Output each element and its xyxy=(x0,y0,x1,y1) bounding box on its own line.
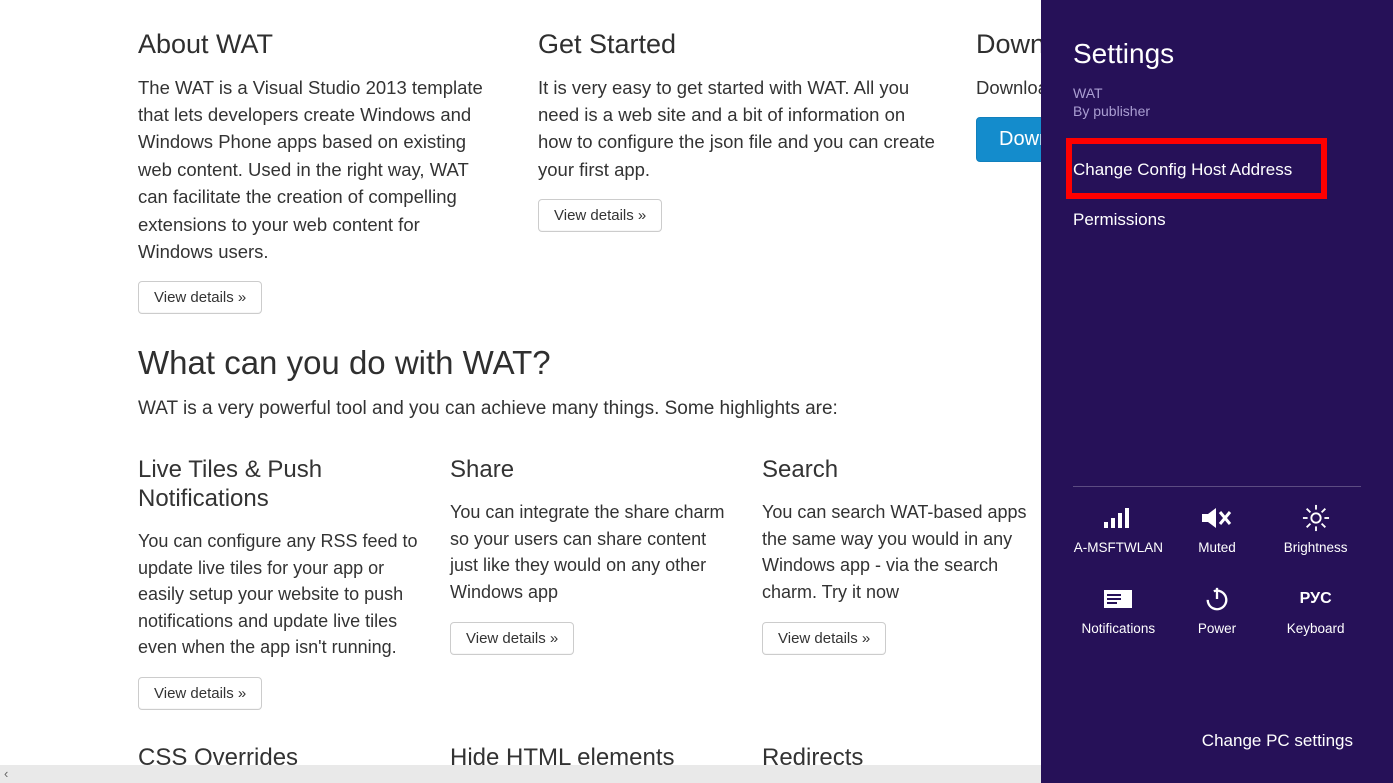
feature-livetiles-body: You can configure any RSS feed to update… xyxy=(138,528,420,661)
quick-power[interactable]: Power xyxy=(1168,581,1267,636)
brightness-icon xyxy=(1295,500,1337,536)
horizontal-scrollbar[interactable]: ‹ xyxy=(0,765,1041,783)
quick-notifications[interactable]: Notifications xyxy=(1069,581,1168,636)
settings-byline: By publisher xyxy=(1073,102,1361,120)
getstarted-title: Get Started xyxy=(538,30,936,60)
scroll-left-icon[interactable]: ‹ xyxy=(4,766,8,781)
quick-settings-grid: A-MSFTWLAN Muted Brightness Notification… xyxy=(1041,500,1393,636)
feature-search-title: Search xyxy=(762,456,1044,485)
quick-keyboard-label: Keyboard xyxy=(1287,621,1345,636)
feature-livetiles: Live Tiles & Push Notifications You can … xyxy=(138,456,420,710)
feature-search: Search You can search WAT-based apps the… xyxy=(762,456,1044,710)
getstarted-body: It is very easy to get started with WAT.… xyxy=(538,74,936,184)
quick-volume-label: Muted xyxy=(1198,540,1236,555)
power-icon xyxy=(1196,581,1238,617)
quick-keyboard[interactable]: РУС Keyboard xyxy=(1266,581,1365,636)
charm-divider xyxy=(1073,486,1361,487)
feature-share-title: Share xyxy=(450,456,732,485)
volume-muted-icon xyxy=(1196,500,1238,536)
feature-share-body: You can integrate the share charm so you… xyxy=(450,499,732,606)
quick-power-label: Power xyxy=(1198,621,1236,636)
settings-title: Settings xyxy=(1073,38,1361,70)
notifications-icon xyxy=(1097,581,1139,617)
about-body: The WAT is a Visual Studio 2013 template… xyxy=(138,74,498,266)
settings-appname: WAT xyxy=(1073,84,1361,102)
change-pc-settings-link[interactable]: Change PC settings xyxy=(1202,731,1353,751)
wifi-icon xyxy=(1097,500,1139,536)
quick-volume[interactable]: Muted xyxy=(1168,500,1267,555)
settings-item-permissions[interactable]: Permissions xyxy=(1073,206,1361,234)
getstarted-section: Get Started It is very easy to get start… xyxy=(538,30,936,314)
about-section: About WAT The WAT is a Visual Studio 201… xyxy=(138,30,498,314)
feature-search-body: You can search WAT-based apps the same w… xyxy=(762,499,1044,606)
settings-item-config[interactable]: Change Config Host Address xyxy=(1073,156,1361,184)
settings-charm-panel: Settings WAT By publisher Change Config … xyxy=(1041,0,1393,783)
keyboard-lang-icon: РУС xyxy=(1295,581,1337,617)
quick-network-label: A-MSFTWLAN xyxy=(1074,540,1163,555)
quick-network[interactable]: A-MSFTWLAN xyxy=(1069,500,1168,555)
keyboard-lang-symbol: РУС xyxy=(1300,590,1332,608)
feature-livetiles-button[interactable]: View details » xyxy=(138,677,262,710)
quick-notifications-label: Notifications xyxy=(1082,621,1156,636)
getstarted-view-details-button[interactable]: View details » xyxy=(538,199,662,232)
quick-brightness[interactable]: Brightness xyxy=(1266,500,1365,555)
feature-share: Share You can integrate the share charm … xyxy=(450,456,732,710)
feature-search-button[interactable]: View details » xyxy=(762,622,886,655)
about-title: About WAT xyxy=(138,30,498,60)
feature-livetiles-title: Live Tiles & Push Notifications xyxy=(138,456,420,514)
feature-share-button[interactable]: View details » xyxy=(450,622,574,655)
about-view-details-button[interactable]: View details » xyxy=(138,281,262,314)
quick-brightness-label: Brightness xyxy=(1284,540,1348,555)
